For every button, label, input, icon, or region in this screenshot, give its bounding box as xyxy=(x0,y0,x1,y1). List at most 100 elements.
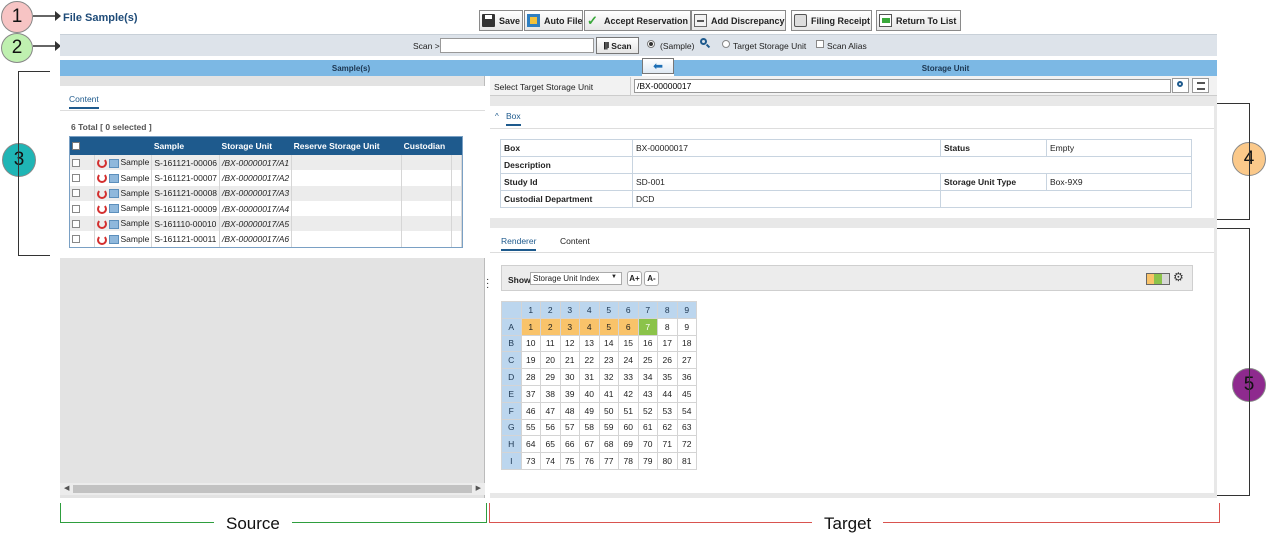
grid-cell[interactable]: 2 xyxy=(540,317,561,336)
grid-cell[interactable]: 33 xyxy=(618,368,639,386)
sample-id[interactable]: S-161121-00007 xyxy=(151,170,221,186)
grid-cell[interactable]: 54 xyxy=(676,401,697,420)
add-discrepancy-button[interactable]: Add Discrepancy xyxy=(691,10,786,31)
grid-cell[interactable]: 62 xyxy=(657,418,678,437)
radio-sample[interactable] xyxy=(647,40,655,48)
grid-cell[interactable]: 12 xyxy=(559,334,580,353)
grid-cell[interactable]: 43 xyxy=(637,384,658,403)
table-row[interactable]: Sample S-161121-00011/BX-00000017/A6 xyxy=(70,231,462,247)
row-checkbox[interactable] xyxy=(72,189,80,198)
grid-cell[interactable]: 7 xyxy=(637,317,658,336)
grid-cell[interactable]: 59 xyxy=(598,418,619,437)
grid-cell[interactable]: 27 xyxy=(676,351,697,370)
grid-cell[interactable]: 63 xyxy=(676,418,697,437)
filing-receipt-button[interactable]: Filing Receipt xyxy=(791,10,872,31)
sample-id[interactable]: S-161121-00009 xyxy=(151,200,221,217)
grid-cell[interactable]: 37 xyxy=(520,384,541,403)
return-to-list-button[interactable]: Return To List xyxy=(876,10,961,31)
grid-cell[interactable]: 31 xyxy=(579,368,600,386)
grid-cell[interactable]: 9 xyxy=(676,317,697,336)
grid-cell[interactable]: 56 xyxy=(540,418,561,437)
table-row[interactable]: Sample S-161121-00007/BX-00000017/A2 xyxy=(70,170,462,186)
grid-cell[interactable]: 36 xyxy=(676,368,697,386)
col-custodian[interactable]: Custodian xyxy=(401,137,452,155)
splitter-handle[interactable]: · · · xyxy=(486,275,489,293)
col-reserve-storage-unit[interactable]: Reserve Storage Unit xyxy=(291,137,402,155)
scan-button[interactable]: |||l Scan xyxy=(596,37,639,54)
grid-cell[interactable]: 35 xyxy=(657,368,678,386)
grid-cell[interactable]: 21 xyxy=(559,351,580,370)
grid-cell[interactable]: 60 xyxy=(618,418,639,437)
auto-file-button[interactable]: Auto File xyxy=(524,10,583,31)
grid-cell[interactable]: 26 xyxy=(657,351,678,370)
grid-cell[interactable]: 11 xyxy=(540,334,561,353)
tab-source-content[interactable]: Content xyxy=(69,94,99,109)
collapse-icon[interactable]: ^ xyxy=(495,112,499,121)
grid-cell[interactable]: 41 xyxy=(598,384,619,403)
target-search-button[interactable] xyxy=(1172,78,1189,93)
box-section-title[interactable]: Box xyxy=(506,111,521,126)
grid-cell[interactable]: 20 xyxy=(540,351,561,370)
grid-cell[interactable]: 28 xyxy=(520,368,541,386)
font-increase-button[interactable]: A+ xyxy=(627,271,642,286)
save-button[interactable]: Save xyxy=(479,10,523,31)
grid-cell[interactable]: 65 xyxy=(540,435,561,454)
sample-id[interactable]: S-161121-00008 xyxy=(151,185,221,201)
grid-cell[interactable]: 80 xyxy=(657,452,678,470)
grid-cell[interactable]: 71 xyxy=(657,435,678,454)
gear-icon[interactable]: ⚙ xyxy=(1173,270,1184,284)
table-row[interactable]: Sample S-161121-00008/BX-00000017/A3 xyxy=(70,185,462,201)
grid-cell[interactable]: 1 xyxy=(520,317,541,336)
grid-cell[interactable]: 78 xyxy=(618,452,639,470)
grid-cell[interactable]: 49 xyxy=(579,401,600,420)
grid-cell[interactable]: 6 xyxy=(618,317,639,336)
grid-cell[interactable]: 74 xyxy=(540,452,561,470)
tab-target-content[interactable]: Content xyxy=(560,236,590,246)
grid-cell[interactable]: 67 xyxy=(579,435,600,454)
grid-cell[interactable]: 42 xyxy=(618,384,639,403)
grid-cell[interactable]: 46 xyxy=(520,401,541,420)
row-checkbox[interactable] xyxy=(72,173,80,182)
grid-cell[interactable]: 48 xyxy=(559,401,580,420)
grid-cell[interactable]: 70 xyxy=(637,435,658,454)
sample-id[interactable]: S-161110-00010 xyxy=(151,216,221,232)
grid-cell[interactable]: 40 xyxy=(579,384,600,403)
table-row[interactable]: Sample S-161121-00009/BX-00000017/A4 xyxy=(70,200,462,217)
grid-cell[interactable]: 16 xyxy=(637,334,658,353)
select-all-checkbox[interactable] xyxy=(72,142,80,150)
grid-cell[interactable]: 39 xyxy=(559,384,580,403)
grid-cell[interactable]: 66 xyxy=(559,435,580,454)
font-decrease-button[interactable]: A- xyxy=(644,271,659,286)
grid-cell[interactable]: 50 xyxy=(598,401,619,420)
scan-input[interactable] xyxy=(440,38,594,53)
grid-cell[interactable]: 32 xyxy=(598,368,619,386)
grid-cell[interactable]: 53 xyxy=(657,401,678,420)
grid-cell[interactable]: 29 xyxy=(540,368,561,386)
grid-cell[interactable]: 13 xyxy=(579,334,600,353)
grid-cell[interactable]: 81 xyxy=(676,452,697,470)
grid-cell[interactable]: 57 xyxy=(559,418,580,437)
scroll-right-icon[interactable]: ▶ xyxy=(476,484,481,492)
grid-cell[interactable]: 22 xyxy=(579,351,600,370)
row-checkbox[interactable] xyxy=(72,219,80,228)
grid-cell[interactable]: 4 xyxy=(579,317,600,336)
row-checkbox[interactable] xyxy=(72,204,80,213)
radio-target[interactable] xyxy=(722,40,730,48)
grid-cell[interactable]: 24 xyxy=(618,351,639,370)
grid-cell[interactable]: 73 xyxy=(520,452,541,470)
grid-cell[interactable]: 52 xyxy=(637,401,658,420)
scroll-left-icon[interactable]: ◀ xyxy=(64,484,69,492)
tab-renderer[interactable]: Renderer xyxy=(501,236,537,251)
grid-cell[interactable]: 45 xyxy=(676,384,697,403)
col-sample[interactable]: Sample xyxy=(151,137,220,155)
grid-cell[interactable]: 64 xyxy=(520,435,541,454)
grid-cell[interactable]: 68 xyxy=(598,435,619,454)
show-select[interactable]: Storage Unit Index ▼ xyxy=(530,272,622,285)
grid-cell[interactable]: 25 xyxy=(637,351,658,370)
grid-cell[interactable]: 15 xyxy=(618,334,639,353)
grid-cell[interactable]: 51 xyxy=(618,401,639,420)
grid-cell[interactable]: 38 xyxy=(540,384,561,403)
grid-cell[interactable]: 58 xyxy=(579,418,600,437)
grid-cell[interactable]: 75 xyxy=(559,452,580,470)
grid-cell[interactable]: 14 xyxy=(598,334,619,353)
